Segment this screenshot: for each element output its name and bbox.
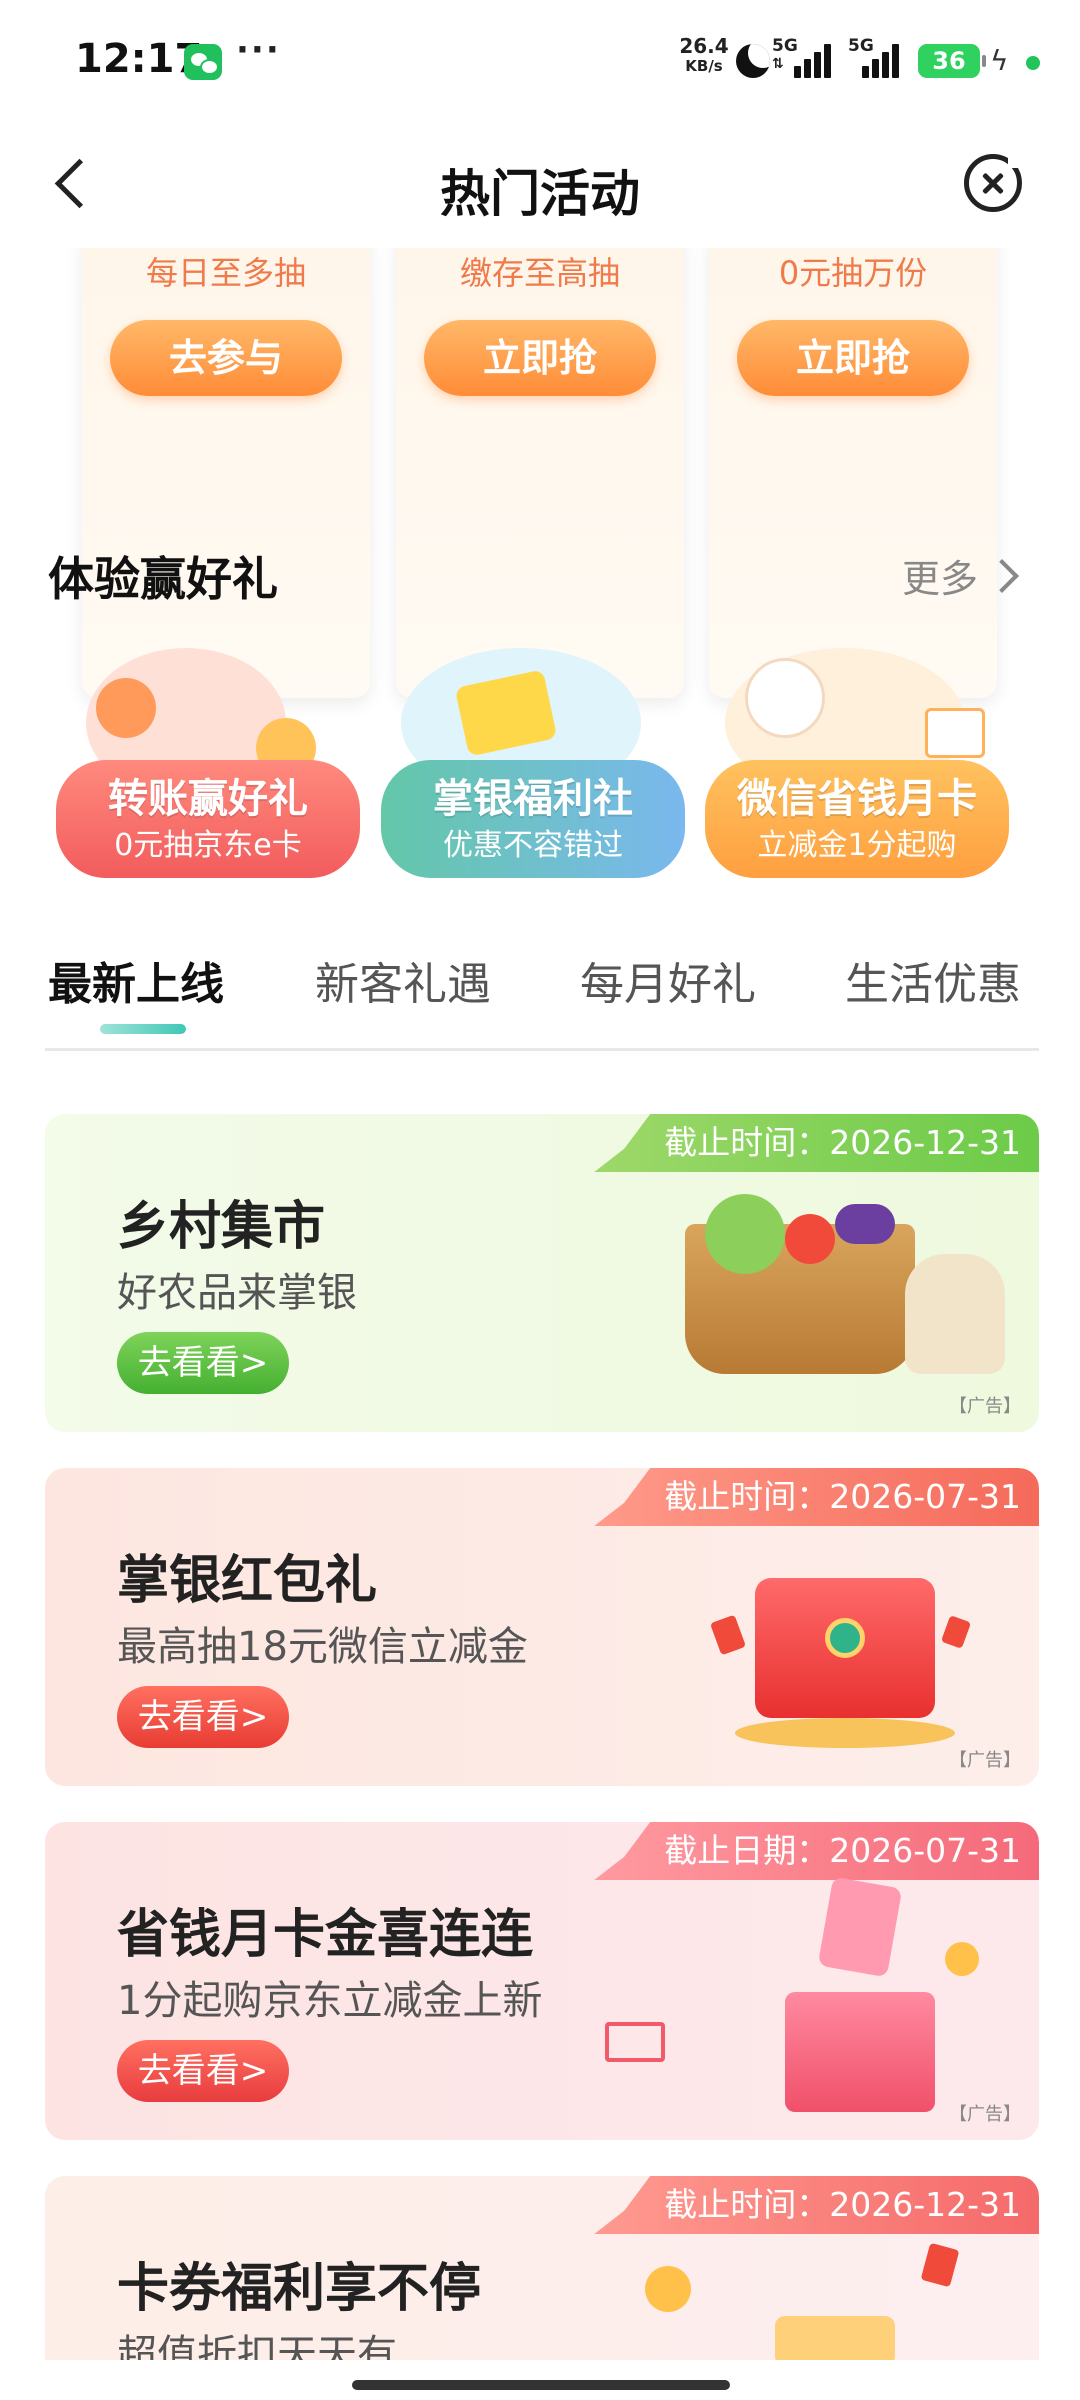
view-button[interactable]: 去看看> (117, 1332, 289, 1394)
banner-title: 乡村集市 (117, 1197, 326, 1257)
promo-button[interactable]: 去参与 (110, 320, 342, 396)
home-indicator[interactable] (352, 2380, 730, 2390)
moon-icon (736, 44, 770, 78)
network-speed: 26.4 KB/s (676, 36, 732, 74)
battery-icon: 36 (918, 44, 986, 78)
deadline-badge: 截止日期：2026-07-31 (594, 1822, 1039, 1880)
tab-life-offers[interactable]: 生活优惠 (845, 948, 1021, 1012)
experience-card-title: 掌银福利社 (433, 776, 633, 822)
activity-banner-monthly-card[interactable]: 截止日期：2026-07-31 省钱月卡金喜连连 1分起购京东立减金上新 去看看… (45, 1822, 1039, 2140)
network-speed-value: 26.4 (679, 34, 729, 58)
activity-banner-red-packet[interactable]: 截止时间：2026-07-31 掌银红包礼 最高抽18元微信立减金 去看看> 【… (45, 1468, 1039, 1786)
pedestal-icon (735, 1718, 955, 1748)
eggplant-icon (835, 1204, 895, 1244)
experience-card-subtitle: 0元抽京东e卡 (114, 828, 302, 863)
charging-icon: ϟ (990, 44, 1009, 77)
banner-subtitle: 1分起购京东立减金上新 (117, 1978, 543, 2024)
tab-monthly-gifts[interactable]: 每月好礼 (580, 948, 756, 1012)
ad-label: 【广告】 (949, 1396, 1021, 1417)
banner-subtitle: 超值折扣天天有 (117, 2332, 397, 2360)
banner-subtitle: 最高抽18元微信立减金 (117, 1624, 528, 1670)
promo-card[interactable]: 0元抽万份 立即抢 (709, 248, 997, 698)
coin-icon (96, 678, 156, 738)
activity-banner-coupons[interactable]: 截止时间：2026-12-31 卡券福利享不停 超值折扣天天有 (45, 2176, 1039, 2360)
promo-desc: 0元抽万份 (778, 254, 928, 292)
view-button[interactable]: 去看看> (117, 1686, 289, 1748)
tab-new-customer[interactable]: 新客礼遇 (315, 948, 491, 1012)
experience-card-welfare[interactable]: 掌银福利社 优惠不容错过 (381, 648, 685, 878)
banner-title: 掌银红包礼 (117, 1551, 378, 1611)
coin-icon (645, 2266, 691, 2312)
experience-card-title: 转账赢好礼 (108, 776, 308, 822)
deadline-badge: 截止时间：2026-07-31 (594, 1468, 1039, 1526)
banner-title: 卡券福利享不停 (117, 2259, 482, 2319)
deadline-badge: 截止时间：2026-12-31 (594, 2176, 1039, 2234)
nav-bar: 热门活动 (0, 120, 1080, 250)
cabbage-icon (705, 1194, 785, 1274)
red-envelope-icon (940, 1615, 972, 1649)
scroll-content[interactable]: 每日至多抽 去参与 缴存至高抽 立即抢 0元抽万份 立即抢 体验赢好礼 更多 转… (0, 248, 1080, 2360)
promo-desc: 缴存至高抽 (459, 254, 620, 292)
experience-card-subtitle: 优惠不容错过 (443, 828, 623, 863)
experience-card-subtitle: 立减金1分起购 (757, 828, 957, 863)
promo-desc: 每日至多抽 (145, 254, 306, 292)
grain-sack-icon (905, 1254, 1005, 1374)
wechat-icon (184, 44, 222, 80)
red-envelope-icon (920, 2242, 960, 2288)
network-speed-unit: KB/s (685, 57, 723, 75)
page-title: 热门活动 (440, 165, 640, 223)
banner-subtitle: 好农品来掌银 (117, 1270, 357, 1316)
signal-icon: 5G ⇅ (772, 36, 842, 78)
network-type-label: 5G (848, 36, 874, 56)
shopping-bag-icon (817, 1876, 903, 1978)
banner-title: 省钱月卡金喜连连 (117, 1905, 534, 1965)
coin-icon (945, 1942, 979, 1976)
mascot-icon (745, 658, 825, 738)
ad-label: 【广告】 (949, 1750, 1021, 1771)
tomato-icon (785, 1214, 835, 1264)
network-type-label: 5G (772, 36, 798, 56)
gift-box-icon (785, 1992, 935, 2112)
experience-card-transfer[interactable]: 转账赢好礼 0元抽京东e卡 (56, 648, 360, 878)
red-envelope-icon (709, 1614, 747, 1656)
calendar-icon (925, 708, 985, 758)
section-title: 体验赢好礼 (48, 552, 278, 606)
active-tab-indicator (100, 1024, 186, 1034)
signal-icon: 5G (848, 36, 918, 78)
ad-label: 【广告】 (949, 2104, 1021, 2125)
more-notifications-icon: ··· (236, 30, 281, 70)
experience-card-title: 微信省钱月卡 (737, 776, 977, 822)
close-button[interactable] (964, 150, 1026, 212)
promo-card[interactable]: 缴存至高抽 立即抢 (396, 248, 684, 698)
data-arrows-icon: ⇅ (772, 56, 784, 72)
promo-button[interactable]: 立即抢 (424, 320, 656, 396)
experience-card-monthly[interactable]: 微信省钱月卡 立减金1分起购 (705, 648, 1009, 878)
gem-icon (825, 1618, 865, 1658)
promo-card[interactable]: 每日至多抽 去参与 (82, 248, 370, 698)
tab-latest[interactable]: 最新上线 (48, 948, 224, 1012)
tab-divider (45, 1048, 1039, 1051)
view-button[interactable]: 去看看> (117, 2040, 289, 2102)
activity-banner-market[interactable]: 截止时间：2026-12-31 乡村集市 好农品来掌银 去看看> 【广告】 (45, 1114, 1039, 1432)
deadline-badge: 截止时间：2026-12-31 (594, 1114, 1039, 1172)
shopping-cart-icon (605, 2022, 665, 2062)
privacy-dot-icon (1026, 56, 1040, 70)
more-link[interactable]: 更多 (902, 548, 978, 603)
coupon-icon (775, 2316, 895, 2360)
promo-button[interactable]: 立即抢 (737, 320, 969, 396)
status-bar: 12:17 ··· 26.4 KB/s 5G ⇅ 5G 36 ϟ (0, 0, 1080, 120)
